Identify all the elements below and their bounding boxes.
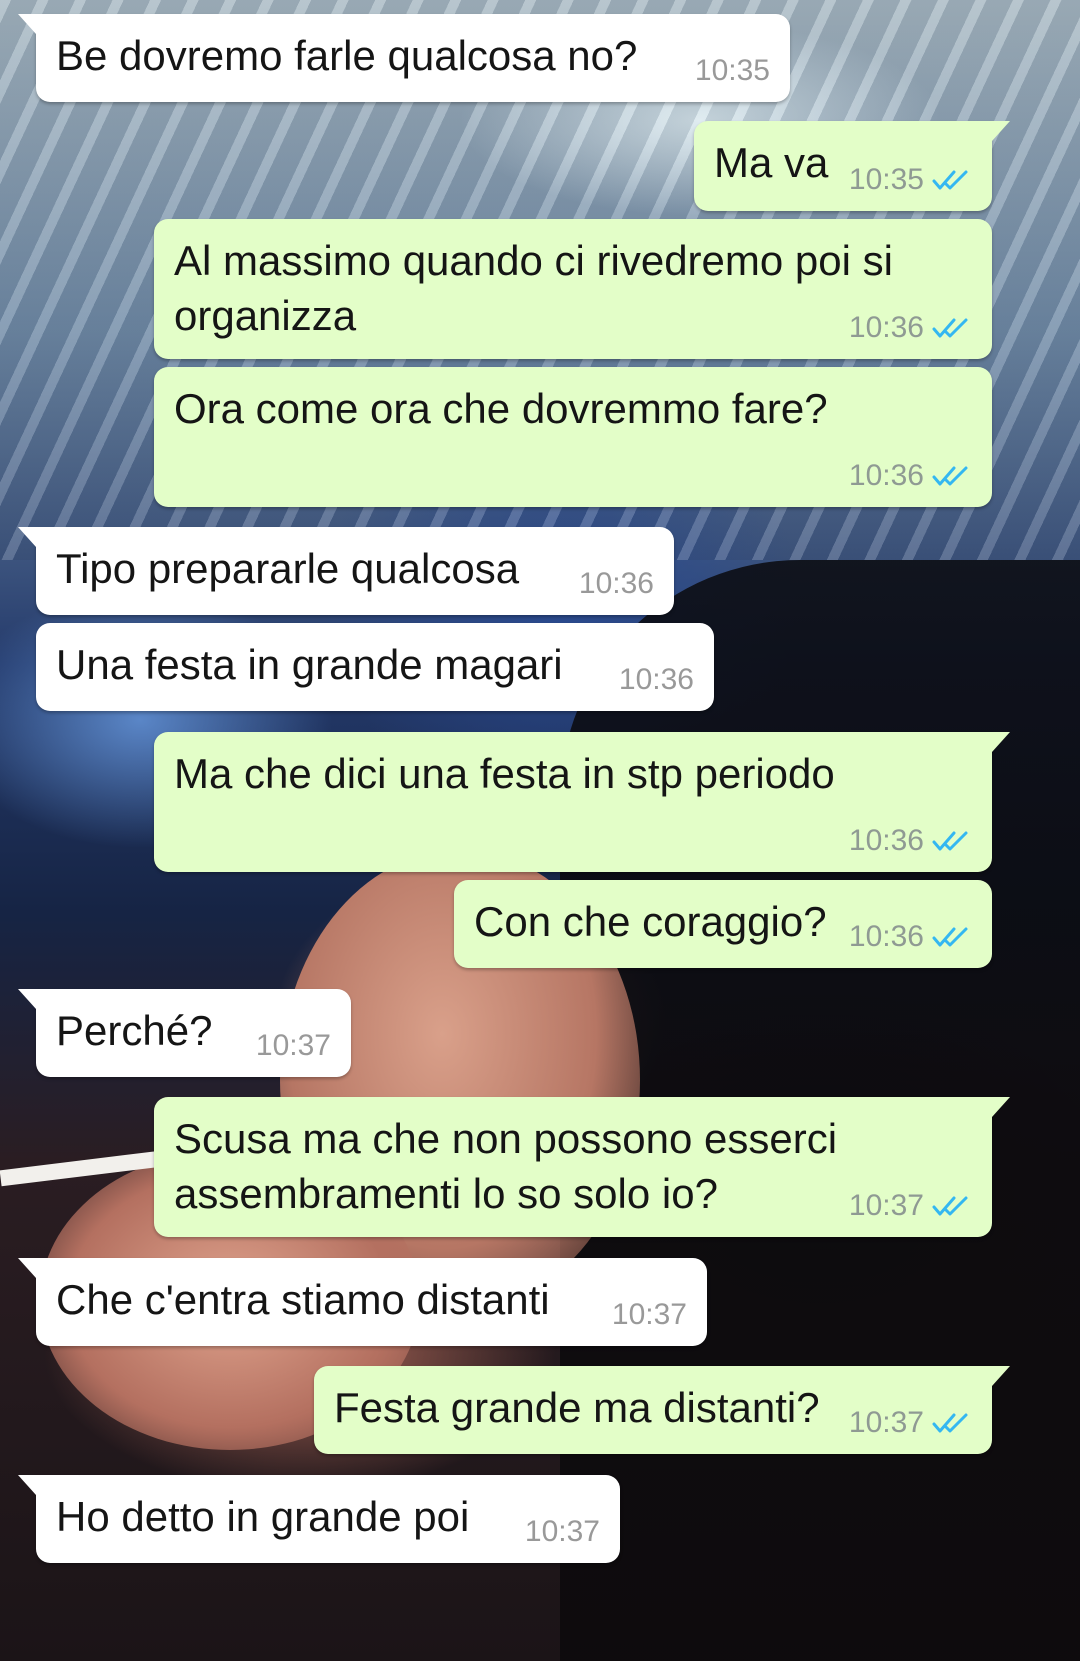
message-meta: 10:36 — [849, 920, 972, 954]
outgoing-message[interactable]: Ora come ora che dovremmo fare? 10:36 — [154, 367, 992, 507]
message-time: 10:36 — [848, 824, 924, 857]
read-double-check-icon — [932, 1196, 968, 1216]
incoming-message[interactable]: Che c'entra stiamo distanti 10:37 — [18, 1258, 707, 1346]
read-double-check-icon — [932, 831, 968, 851]
message-text: Scusa ma che non possono esserci assembr… — [174, 1115, 838, 1217]
outgoing-message[interactable]: Al massimo quando ci rivedremo poi si or… — [154, 219, 992, 359]
message-time: 10:36 — [578, 567, 654, 600]
message-time: 10:36 — [618, 663, 694, 696]
message-time: 10:37 — [848, 1406, 924, 1439]
message-text: Con che coraggio? — [474, 898, 827, 945]
incoming-message[interactable]: Ho detto in grande poi 10:37 — [18, 1475, 620, 1563]
outgoing-message[interactable]: Ma va 10:35 — [694, 121, 1010, 211]
incoming-message[interactable]: Be dovremo farle qualcosa no? 10:35 — [18, 14, 790, 102]
message-time: 10:35 — [848, 163, 924, 196]
message-meta: 10:37 — [849, 1406, 972, 1440]
incoming-message[interactable]: Una festa in grande magari 10:36 — [36, 623, 714, 711]
message-meta: 10:37 — [612, 1298, 687, 1332]
message-meta: 10:35 — [695, 54, 770, 88]
message-text: Perché? — [56, 1007, 213, 1054]
message-text: Be dovremo farle qualcosa no? — [56, 32, 638, 79]
read-double-check-icon — [932, 170, 968, 190]
message-text: Al massimo quando ci rivedremo poi si or… — [174, 237, 893, 339]
message-text: Ora come ora che dovremmo fare? — [174, 385, 828, 432]
read-double-check-icon — [932, 1413, 968, 1433]
message-meta: 10:36 — [619, 663, 694, 697]
message-text: Ma va — [714, 139, 829, 186]
read-double-check-icon — [932, 466, 968, 486]
read-double-check-icon — [932, 318, 968, 338]
outgoing-message[interactable]: Scusa ma che non possono esserci assembr… — [154, 1097, 1010, 1237]
message-text: Che c'entra stiamo distanti — [56, 1276, 550, 1323]
outgoing-message[interactable]: Con che coraggio? 10:36 — [454, 880, 992, 968]
message-text: Una festa in grande magari — [56, 641, 563, 688]
message-time: 10:35 — [694, 54, 770, 87]
message-time: 10:37 — [611, 1298, 687, 1331]
incoming-message[interactable]: Perché? 10:37 — [18, 989, 351, 1077]
message-time: 10:36 — [848, 459, 924, 492]
message-time: 10:36 — [848, 311, 924, 344]
incoming-message[interactable]: Tipo prepararle qualcosa 10:36 — [18, 527, 674, 615]
outgoing-message[interactable]: Festa grande ma distanti? 10:37 — [314, 1366, 1010, 1454]
message-meta: 10:37 — [256, 1029, 331, 1063]
message-time: 10:37 — [848, 1189, 924, 1222]
message-meta: 10:36 — [849, 459, 972, 493]
message-meta: 10:36 — [579, 567, 654, 601]
message-text: Ho detto in grande poi — [56, 1493, 470, 1540]
message-text: Tipo prepararle qualcosa — [56, 545, 520, 592]
message-time: 10:37 — [255, 1029, 331, 1062]
message-time: 10:36 — [848, 920, 924, 953]
message-meta: 10:36 — [849, 311, 972, 345]
read-double-check-icon — [932, 927, 968, 947]
outgoing-message[interactable]: Ma che dici una festa in stp periodo 10:… — [154, 732, 1010, 872]
message-meta: 10:37 — [525, 1515, 600, 1549]
message-meta: 10:36 — [849, 824, 972, 858]
message-meta: 10:37 — [849, 1189, 972, 1223]
message-meta: 10:35 — [849, 163, 972, 197]
wallpaper-cigarette — [0, 1149, 171, 1187]
message-time: 10:37 — [524, 1515, 600, 1548]
message-text: Festa grande ma distanti? — [334, 1384, 820, 1431]
message-text: Ma che dici una festa in stp periodo — [174, 750, 835, 797]
